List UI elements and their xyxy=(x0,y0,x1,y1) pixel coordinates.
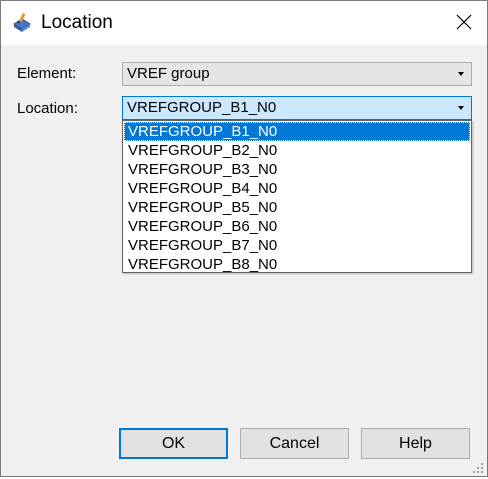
ok-button[interactable]: OK xyxy=(119,428,228,459)
resize-grip-icon[interactable] xyxy=(472,461,484,473)
dialog-title: Location xyxy=(41,12,113,33)
dropdown-option[interactable]: VREFGROUP_B3_N0 xyxy=(124,160,470,179)
location-dialog: Location Element: VREF group Location: V… xyxy=(0,0,488,477)
element-select-value: VREF group xyxy=(127,65,210,82)
chevron-down-icon xyxy=(458,72,464,76)
help-button[interactable]: Help xyxy=(361,428,470,459)
chevron-down-icon xyxy=(458,106,464,110)
location-select-value: VREFGROUP_B1_N0 xyxy=(127,99,277,116)
location-select[interactable]: VREFGROUP_B1_N0 xyxy=(122,96,472,120)
location-dropdown-list[interactable]: VREFGROUP_B1_N0 VREFGROUP_B2_N0 VREFGROU… xyxy=(122,120,472,273)
dropdown-option[interactable]: VREFGROUP_B5_N0 xyxy=(124,198,470,217)
dropdown-option[interactable]: VREFGROUP_B6_N0 xyxy=(124,217,470,236)
close-icon xyxy=(456,14,472,30)
title-bar[interactable]: Location xyxy=(1,1,487,45)
location-label: Location: xyxy=(17,100,78,117)
cancel-button[interactable]: Cancel xyxy=(240,428,349,459)
location-app-icon xyxy=(11,11,33,33)
dropdown-option[interactable]: VREFGROUP_B7_N0 xyxy=(124,236,470,255)
dropdown-option[interactable]: VREFGROUP_B1_N0 xyxy=(124,122,470,141)
close-button[interactable] xyxy=(441,1,487,45)
element-label: Element: xyxy=(17,65,77,82)
dropdown-option[interactable]: VREFGROUP_B8_N0 xyxy=(124,255,470,274)
dropdown-option[interactable]: VREFGROUP_B4_N0 xyxy=(124,179,470,198)
element-select[interactable]: VREF group xyxy=(122,62,472,86)
dropdown-option[interactable]: VREFGROUP_B2_N0 xyxy=(124,141,470,160)
